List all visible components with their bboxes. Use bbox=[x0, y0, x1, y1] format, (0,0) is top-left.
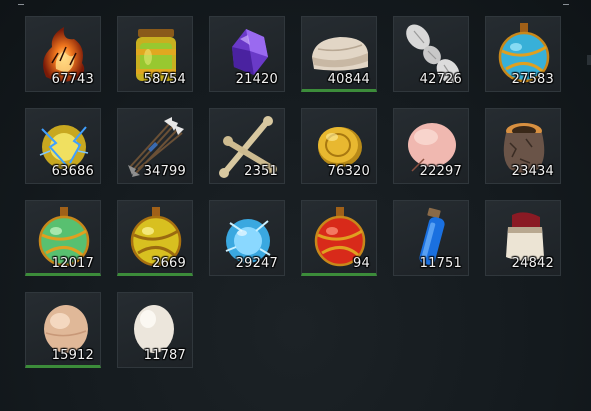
right-corner-tick bbox=[563, 4, 569, 5]
slot-pink-cotton[interactable]: 22297 bbox=[393, 108, 469, 184]
item-count: 94 bbox=[353, 256, 370, 271]
left-corner-tick bbox=[18, 4, 24, 5]
slot-silk-cocoons[interactable]: 42726 bbox=[393, 16, 469, 92]
slot-beige-egg[interactable]: 15912 bbox=[25, 292, 101, 368]
item-count: 2351 bbox=[244, 164, 278, 179]
item-count: 63686 bbox=[51, 164, 94, 179]
item-count: 67743 bbox=[51, 72, 94, 87]
slot-yellow-orb-flask[interactable]: 2669 bbox=[117, 200, 193, 276]
item-count: 15912 bbox=[51, 348, 94, 363]
slot-honey-jar[interactable]: 58754 bbox=[117, 16, 193, 92]
slot-sealed-jar[interactable]: 24842 bbox=[485, 200, 561, 276]
item-count: 27583 bbox=[511, 72, 554, 87]
slot-arrow-bundle[interactable]: 34799 bbox=[117, 108, 193, 184]
slot-gold-coin[interactable]: 76320 bbox=[301, 108, 377, 184]
item-count: 21420 bbox=[235, 72, 278, 87]
slot-bones[interactable]: 2351 bbox=[209, 108, 285, 184]
slot-lightning-orb[interactable]: 63686 bbox=[25, 108, 101, 184]
slot-purple-crystal[interactable]: 21420 bbox=[209, 16, 285, 92]
slot-red-orb-flask[interactable]: 94 bbox=[301, 200, 377, 276]
item-count: 42726 bbox=[419, 72, 462, 87]
slot-blue-vial[interactable]: 11751 bbox=[393, 200, 469, 276]
slot-frost-orb[interactable]: 29247 bbox=[209, 200, 285, 276]
item-count: 22297 bbox=[419, 164, 462, 179]
item-count: 2669 bbox=[152, 256, 186, 271]
item-count: 58754 bbox=[143, 72, 186, 87]
item-count: 24842 bbox=[511, 256, 554, 271]
item-count: 12017 bbox=[51, 256, 94, 271]
slot-rock-pot[interactable]: 23434 bbox=[485, 108, 561, 184]
item-count: 11751 bbox=[419, 256, 462, 271]
slot-folded-cloth[interactable]: 40844 bbox=[301, 16, 377, 92]
item-count: 23434 bbox=[511, 164, 554, 179]
item-count: 40844 bbox=[327, 72, 370, 87]
slot-blue-orb-flask[interactable]: 27583 bbox=[485, 16, 561, 92]
scrollbar-track[interactable] bbox=[587, 55, 591, 65]
item-count: 11787 bbox=[143, 348, 186, 363]
slot-green-orb-flask[interactable]: 12017 bbox=[25, 200, 101, 276]
slot-white-egg[interactable]: 11787 bbox=[117, 292, 193, 368]
item-count: 34799 bbox=[143, 164, 186, 179]
slot-fire-essence[interactable]: 67743 bbox=[25, 16, 101, 92]
item-count: 29247 bbox=[235, 256, 278, 271]
item-count: 76320 bbox=[327, 164, 370, 179]
